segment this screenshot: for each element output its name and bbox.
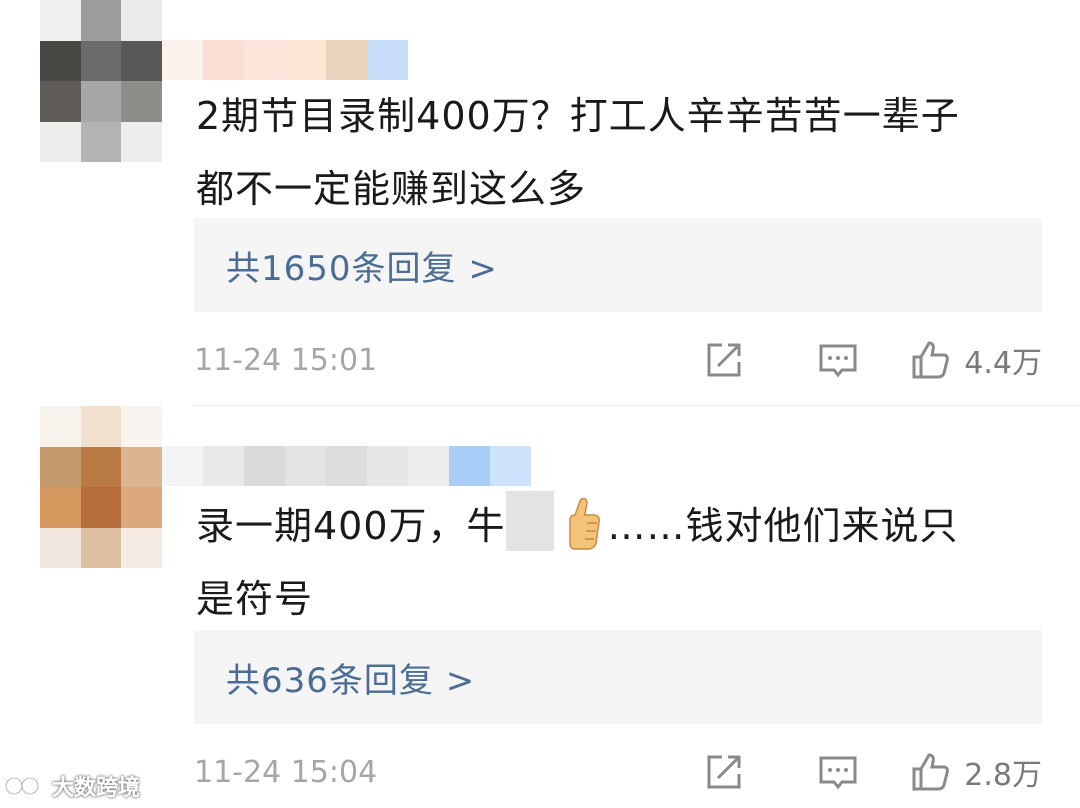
avatar[interactable] — [40, 0, 162, 162]
comment-meta: 11-24 15:04 2.8万 — [194, 750, 1042, 794]
replies-count-label: 共636条回复 > — [226, 660, 476, 701]
view-replies-button[interactable]: 共1650条回复 > — [194, 218, 1042, 312]
like-button[interactable]: 4.4万 — [910, 338, 1042, 382]
comment-text-segment: ……钱对他们来说只 — [607, 504, 959, 548]
comment-icon[interactable] — [818, 752, 858, 792]
thumbs-up-icon — [912, 753, 950, 791]
watermark-logo-icon — [4, 776, 40, 796]
comment-item: 2期节目录制400万？打工人辛辛苦苦一辈子 都不一定能赚到这么多 共1650条回… — [0, 0, 1080, 405]
comment-text-line: 是符号 — [196, 577, 314, 621]
comment-item: 录一期400万，牛 ……钱对他们来说只 是符号 共636条回复 > 11-24 … — [0, 406, 1080, 808]
comment-text-line: 录一期400万，牛 ……钱对他们来说只 — [196, 490, 1046, 563]
thumbs-up-icon — [912, 341, 950, 379]
avatar[interactable] — [40, 406, 162, 568]
replies-count-label: 共1650条回复 > — [226, 248, 498, 289]
comment-text-line: 2期节目录制400万？打工人辛辛苦苦一辈子 — [196, 94, 960, 138]
timestamp: 11-24 15:04 — [194, 754, 378, 790]
view-replies-button[interactable]: 共636条回复 > — [194, 630, 1042, 724]
comment-text: 2期节目录制400万？打工人辛辛苦苦一辈子 都不一定能赚到这么多 — [196, 80, 1046, 226]
comment-icon[interactable] — [818, 340, 858, 380]
censored-block — [505, 491, 554, 551]
timestamp: 11-24 15:01 — [194, 342, 378, 378]
action-bar: 4.4万 — [704, 338, 1042, 382]
watermark: 大数跨境 — [4, 770, 140, 802]
watermark-text: 大数跨境 — [52, 776, 141, 801]
share-icon[interactable] — [704, 340, 744, 380]
comment-text: 录一期400万，牛 ……钱对他们来说只 是符号 — [196, 490, 1046, 636]
username[interactable] — [162, 40, 408, 80]
comment-meta: 11-24 15:01 4.4万 — [194, 338, 1042, 382]
like-count: 2.8万 — [964, 758, 1042, 793]
comment-text-line: 都不一定能赚到这么多 — [196, 167, 587, 211]
like-count: 4.4万 — [964, 346, 1042, 381]
share-icon[interactable] — [704, 752, 744, 792]
like-button[interactable]: 2.8万 — [910, 750, 1042, 794]
thumbs-up-emoji-icon — [568, 497, 600, 550]
action-bar: 2.8万 — [704, 750, 1042, 794]
comment-text-segment: 录一期400万，牛 — [196, 504, 506, 548]
username[interactable] — [162, 446, 531, 486]
